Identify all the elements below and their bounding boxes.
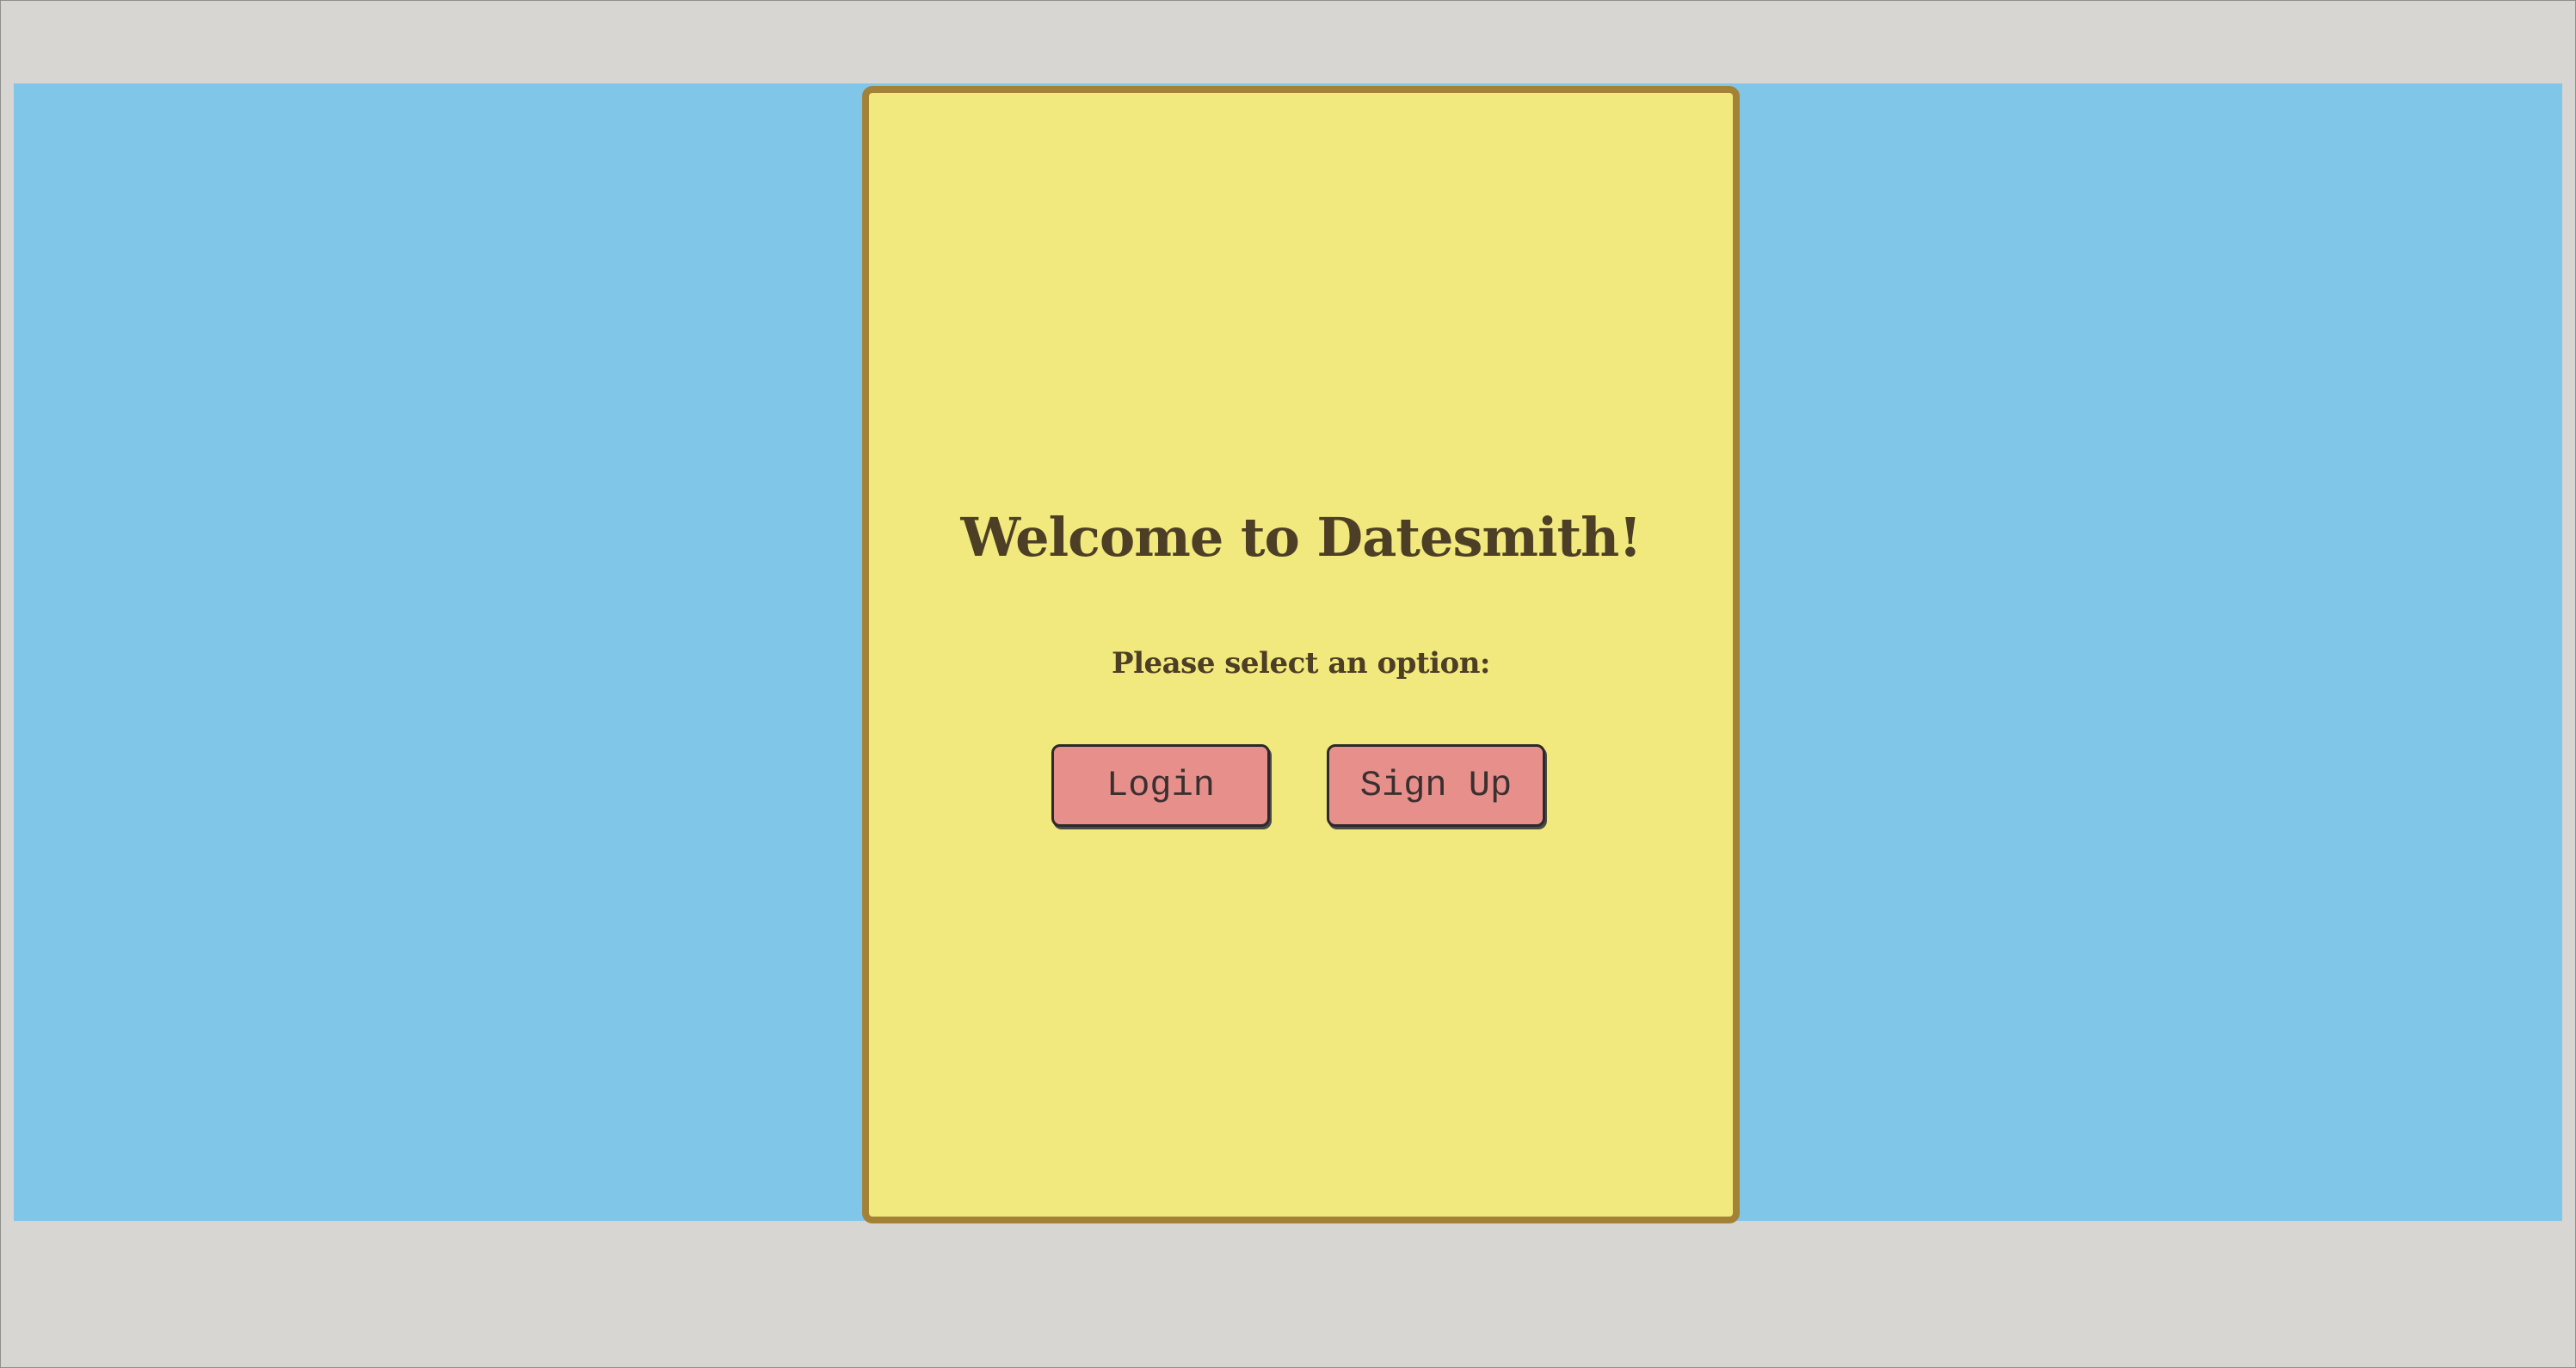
option-prompt: Please select an option: bbox=[1112, 646, 1490, 681]
page-viewport: Welcome to Datesmith! Please select an o… bbox=[14, 83, 2562, 1223]
sign-up-button[interactable]: Sign Up bbox=[1327, 744, 1545, 827]
welcome-card: Welcome to Datesmith! Please select an o… bbox=[862, 86, 1740, 1223]
auth-options: Login Sign Up bbox=[869, 744, 1733, 827]
login-button[interactable]: Login bbox=[1051, 744, 1270, 827]
page-title: Welcome to Datesmith! bbox=[960, 506, 1642, 569]
